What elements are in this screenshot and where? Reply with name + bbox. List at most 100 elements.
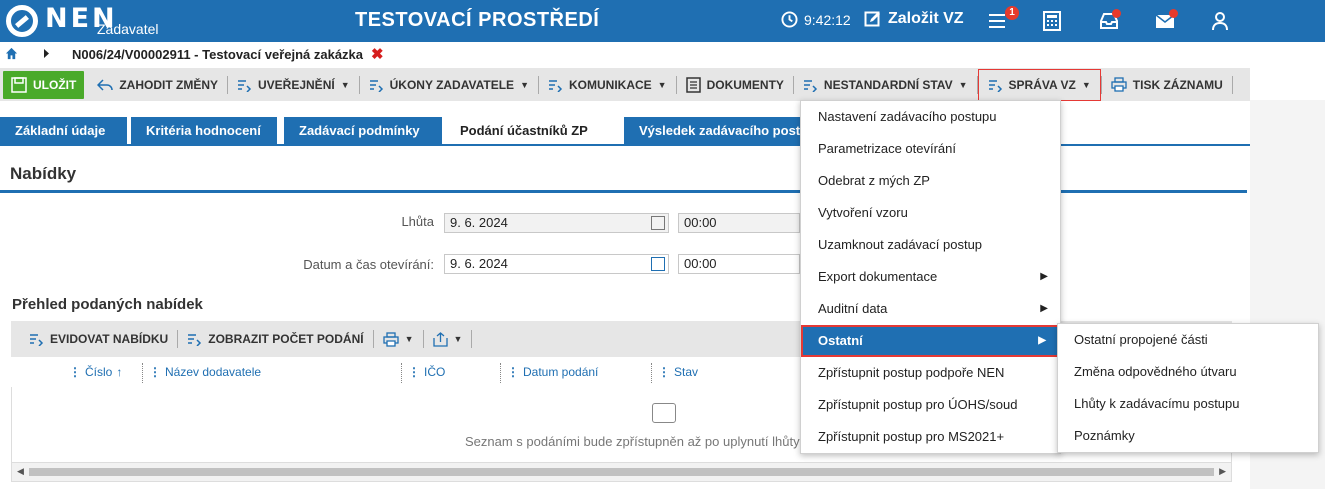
discard-changes-button[interactable]: ZAHODIT ZMĚNY	[84, 68, 227, 101]
communication-dropdown[interactable]: KOMUNIKACE ▼	[539, 68, 676, 101]
menu-item-procedure-settings[interactable]: Nastavení zadávacího postupu	[801, 101, 1060, 133]
main-toolbar: ULOŽIT ZAHODIT ZMĚNY UVEŘEJNĚNÍ ▼ ÚKONY Z…	[0, 68, 1250, 101]
submenu-item-notes[interactable]: Poznámky	[1058, 420, 1318, 452]
vz-management-dropdown[interactable]: SPRÁVA VZ ▼	[977, 68, 1101, 101]
scroll-left-icon[interactable]: ◀	[17, 466, 24, 477]
print-dropdown[interactable]: ▼	[374, 323, 423, 356]
column-menu-icon[interactable]: ⋮	[69, 365, 81, 379]
inbox-alert-dot	[1112, 9, 1121, 18]
menu-item-share-nen-support[interactable]: Zpřístupnit postup podpoře NEN	[801, 357, 1060, 389]
column-divider[interactable]	[401, 363, 402, 383]
column-menu-icon[interactable]: ⋮	[658, 365, 670, 379]
menu-icon[interactable]	[987, 11, 1007, 31]
menu-item-opening-parameters[interactable]: Parametrizace otevírání	[801, 133, 1060, 165]
list-action-icon	[548, 79, 563, 92]
column-divider[interactable]	[651, 363, 652, 383]
chevron-right-icon	[43, 49, 50, 58]
tab-submissions[interactable]: Podání účastníků ZP	[445, 117, 620, 145]
horizontal-scrollbar[interactable]: ◀ ▶	[11, 462, 1232, 482]
opening-date-field[interactable]: 9. 6. 2024	[444, 254, 669, 274]
column-number[interactable]: ⋮ Číslo ↑	[69, 365, 122, 379]
menu-item-create-template[interactable]: Vytvoření vzoru	[801, 197, 1060, 229]
deadline-time-field[interactable]: 00:00	[678, 213, 800, 233]
tab-basic-info[interactable]: Základní údaje	[0, 117, 127, 145]
create-vz-button[interactable]: Založit VZ	[864, 10, 964, 28]
calendar-icon[interactable]	[651, 257, 665, 271]
environment-title: TESTOVACÍ PROSTŘEDÍ	[355, 9, 600, 31]
edit-icon	[864, 11, 880, 27]
menu-item-share-ms2021[interactable]: Zpřístupnit postup pro MS2021+	[801, 421, 1060, 453]
breadcrumb: N006/24/V00002911 - Testovací veřejná za…	[0, 44, 1325, 66]
column-menu-icon[interactable]: ⋮	[507, 365, 519, 379]
tab-result[interactable]: Výsledek zadávacího post	[624, 117, 809, 145]
submenu-arrow-icon: ▶	[1040, 303, 1048, 314]
deadline-time-value: 00:00	[684, 215, 717, 230]
caret-down-icon: ▼	[958, 79, 968, 90]
caret-down-icon: ▼	[453, 334, 463, 344]
calendar-icon[interactable]	[651, 216, 665, 230]
documents-button[interactable]: DOKUMENTY	[677, 68, 793, 101]
deadline-date-field[interactable]: 9. 6. 2024	[444, 213, 669, 233]
section-title: Nabídky	[10, 164, 77, 183]
submenu-item-change-department[interactable]: Změna odpovědného útvaru	[1058, 356, 1318, 388]
column-status[interactable]: ⋮ Stav	[658, 365, 698, 379]
export-dropdown[interactable]: ▼	[424, 323, 472, 356]
export-icon	[432, 331, 448, 347]
list-action-icon	[30, 334, 44, 346]
list-action-icon	[803, 79, 817, 92]
save-icon	[11, 76, 27, 93]
vz-management-menu: Nastavení zadávacího postupu Parametriza…	[800, 100, 1061, 454]
opening-date-value: 9. 6. 2024	[450, 256, 508, 271]
user-icon[interactable]	[1211, 11, 1231, 31]
menu-item-lock-procedure[interactable]: Uzamknout zadávací postup	[801, 229, 1060, 261]
tab-bar: Základní údaje Kritéria hodnocení Zadáva…	[0, 117, 1250, 145]
tab-underline	[0, 144, 1250, 146]
print-record-button[interactable]: TISK ZÁZNAMU	[1102, 68, 1232, 101]
breadcrumb-title[interactable]: N006/24/V00002911 - Testovací veřejná za…	[72, 47, 363, 62]
publish-dropdown[interactable]: UVEŘEJNĚNÍ ▼	[228, 68, 359, 101]
toolbar-divider	[1231, 75, 1233, 94]
show-submission-count-button[interactable]: ZOBRAZIT POČET PODÁNÍ	[178, 323, 372, 356]
close-icon[interactable]: ✖	[371, 45, 384, 63]
print-icon	[382, 331, 399, 347]
menu-item-export-documentation[interactable]: Export dokumentace ▶	[801, 261, 1060, 293]
scrollbar-thumb[interactable]	[29, 468, 1214, 476]
column-menu-icon[interactable]: ⋮	[149, 365, 161, 379]
mail-alert-dot	[1169, 9, 1178, 18]
tab-tender-conditions[interactable]: Zadávací podmínky	[284, 117, 442, 145]
publish-label: UVEŘEJNĚNÍ	[258, 77, 335, 92]
save-button[interactable]: ULOŽIT	[3, 70, 85, 99]
document-icon	[685, 76, 701, 93]
menu-item-audit-data[interactable]: Auditní data ▶	[801, 293, 1060, 325]
undo-icon	[97, 78, 114, 91]
column-supplier[interactable]: ⋮ Název dodavatele	[149, 365, 261, 379]
submenu-item-linked-parts[interactable]: Ostatní propojené části	[1058, 324, 1318, 356]
calculator-icon[interactable]	[1043, 11, 1063, 31]
nonstandard-state-dropdown[interactable]: NESTANDARDNÍ STAV ▼	[794, 68, 977, 101]
column-divider[interactable]	[500, 363, 501, 383]
nonstandard-label: NESTANDARDNÍ STAV	[823, 77, 953, 92]
register-offer-button[interactable]: EVIDOVAT NABÍDKU	[11, 323, 177, 356]
empty-tray-icon	[652, 403, 676, 423]
opening-time-field[interactable]: 00:00	[678, 254, 800, 274]
other-submenu: Ostatní propojené části Změna odpovědnéh…	[1057, 323, 1319, 453]
column-divider[interactable]	[142, 363, 143, 383]
column-date[interactable]: ⋮ Datum podání	[507, 365, 598, 379]
submenu-item-deadlines[interactable]: Lhůty k zadávacímu postupu	[1058, 388, 1318, 420]
tab-evaluation-criteria[interactable]: Kritéria hodnocení	[131, 117, 277, 145]
menu-item-remove-from-my[interactable]: Odebrat z mých ZP	[801, 165, 1060, 197]
home-icon[interactable]	[5, 47, 18, 60]
opening-time-value: 00:00	[684, 256, 717, 271]
column-menu-icon[interactable]: ⋮	[408, 365, 420, 379]
column-date-label: Datum podání	[523, 365, 599, 379]
clock-icon	[781, 11, 798, 28]
column-ico[interactable]: ⋮ IČO	[408, 365, 445, 379]
caret-down-icon: ▼	[1081, 79, 1091, 90]
contracting-acts-dropdown[interactable]: ÚKONY ZADAVATELE ▼	[360, 68, 538, 101]
menu-item-share-uohs[interactable]: Zpřístupnit postup pro ÚOHS/soud	[801, 389, 1060, 421]
menu-item-other[interactable]: Ostatní ▶	[801, 325, 1060, 357]
register-label: EVIDOVAT NABÍDKU	[50, 332, 169, 346]
empty-message: Seznam s podáními bude zpřístupněn až po…	[465, 434, 811, 449]
caret-down-icon: ▼	[340, 79, 350, 90]
scroll-right-icon[interactable]: ▶	[1219, 466, 1226, 477]
